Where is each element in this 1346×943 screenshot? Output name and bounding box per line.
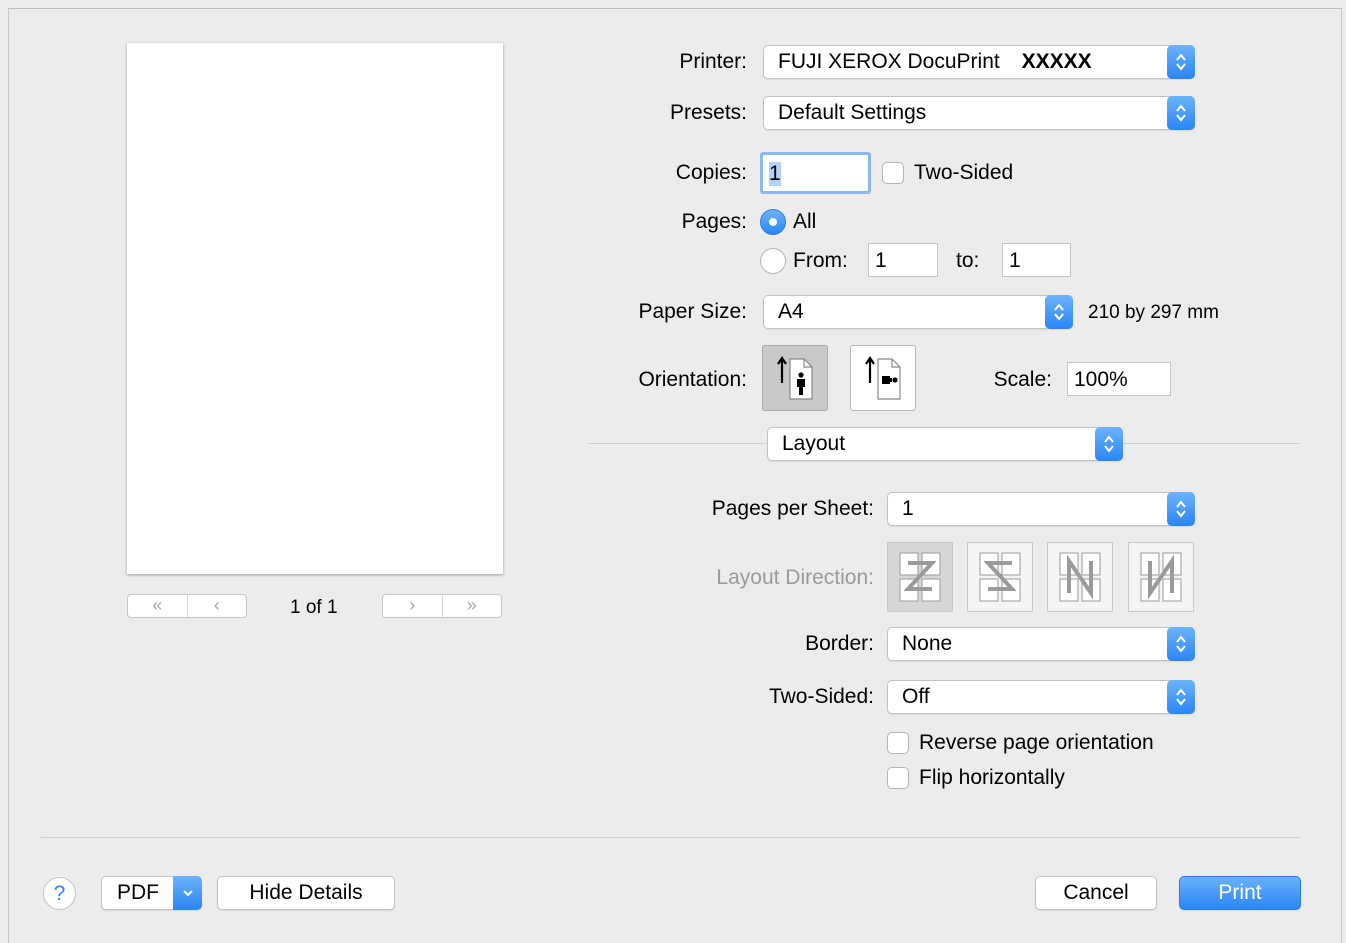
layout-two-sided-value: Off: [902, 685, 930, 708]
two-sided-checkbox[interactable]: [882, 162, 904, 184]
presets-label: Presets:: [669, 101, 747, 124]
section-value: Layout: [782, 432, 846, 455]
next-page-icon[interactable]: ›: [383, 595, 442, 617]
landscape-orientation-button[interactable]: [850, 345, 916, 411]
preview-nav-forward: › »: [382, 594, 502, 618]
two-sided-label: Two-Sided: [914, 161, 1014, 184]
print-button[interactable]: Print: [1179, 876, 1301, 910]
border-popup[interactable]: None: [887, 627, 1195, 661]
presets-value: Default Settings: [778, 101, 927, 124]
printer-label: Printer:: [679, 50, 747, 73]
scale-label: Scale:: [993, 368, 1052, 391]
hide-details-button[interactable]: Hide Details: [217, 876, 395, 910]
pages-per-sheet-popup[interactable]: 1: [887, 492, 1195, 526]
pages-all-radio[interactable]: [760, 209, 786, 235]
flip-horizontally-label: Flip horizontally: [919, 766, 1065, 789]
pdf-menu-button[interactable]: PDF: [101, 876, 202, 910]
scale-field[interactable]: 100%: [1067, 362, 1171, 396]
printer-popup[interactable]: FUJI XEROX DocuPrint XXXXX: [763, 45, 1195, 79]
landscape-icon: [865, 356, 901, 400]
border-label: Border:: [805, 632, 874, 655]
pages-to-label: to:: [956, 249, 980, 272]
previous-page-icon[interactable]: ‹: [186, 595, 247, 617]
border-value: None: [902, 632, 953, 655]
printer-model: XXXXX: [1021, 50, 1092, 73]
reverse-n-direction-icon: [1140, 552, 1182, 602]
presets-popup[interactable]: Default Settings: [763, 96, 1195, 130]
reverse-orientation-checkbox[interactable]: [887, 732, 909, 754]
footer-separator: [41, 837, 1301, 838]
pages-per-sheet-value: 1: [902, 497, 914, 520]
layout-direction-z-button[interactable]: [887, 542, 953, 612]
copies-label: Copies:: [675, 161, 747, 184]
portrait-orientation-button[interactable]: [762, 345, 828, 411]
question-icon: ?: [53, 882, 66, 905]
reverse-orientation-label: Reverse page orientation: [919, 731, 1154, 754]
chevron-updown-icon: [1095, 427, 1123, 461]
pages-from-radio[interactable]: [760, 248, 786, 274]
first-page-icon[interactable]: «: [128, 595, 187, 617]
paper-size-label: Paper Size:: [638, 300, 747, 323]
layout-two-sided-label: Two-Sided:: [768, 685, 874, 708]
last-page-icon[interactable]: »: [441, 595, 502, 617]
chevron-updown-icon: [1045, 295, 1073, 329]
paper-size-popup[interactable]: A4: [763, 295, 1073, 329]
chevron-down-icon: [173, 876, 202, 910]
pages-from-field[interactable]: 1: [868, 243, 938, 277]
pages-all-label: All: [793, 210, 817, 233]
page-indicator: 1 of 1: [290, 597, 338, 618]
layout-direction-n-button[interactable]: [1047, 542, 1113, 612]
z-direction-icon: [899, 552, 941, 602]
layout-two-sided-popup[interactable]: Off: [887, 680, 1195, 714]
layout-direction-reverse-n-button[interactable]: [1128, 542, 1194, 612]
chevron-updown-icon: [1167, 96, 1195, 130]
layout-direction-label: Layout Direction:: [716, 566, 874, 589]
chevron-updown-icon: [1167, 45, 1195, 79]
pages-to-field[interactable]: 1: [1002, 243, 1071, 277]
paper-dimensions: 210 by 297 mm: [1088, 302, 1219, 323]
reverse-z-direction-icon: [979, 552, 1021, 602]
preview-nav-back: « ‹: [127, 594, 247, 618]
chevron-updown-icon: [1167, 627, 1195, 661]
flip-horizontally-checkbox[interactable]: [887, 767, 909, 789]
pages-from-label: From:: [793, 249, 848, 272]
orientation-label: Orientation:: [638, 368, 747, 391]
page-preview: [127, 43, 503, 574]
pages-per-sheet-label: Pages per Sheet:: [711, 497, 874, 520]
printer-name: FUJI XEROX DocuPrint: [778, 50, 1000, 73]
cancel-button[interactable]: Cancel: [1035, 876, 1157, 910]
portrait-icon: [777, 356, 813, 400]
n-direction-icon: [1059, 552, 1101, 602]
chevron-updown-icon: [1167, 492, 1195, 526]
pdf-label: PDF: [117, 881, 159, 904]
chevron-updown-icon: [1167, 680, 1195, 714]
layout-direction-reverse-z-button[interactable]: [967, 542, 1033, 612]
paper-size-value: A4: [778, 300, 804, 323]
section-popup[interactable]: Layout: [767, 427, 1123, 461]
help-button[interactable]: ?: [43, 877, 76, 910]
copies-field[interactable]: 1: [760, 152, 871, 194]
pages-label: Pages:: [681, 210, 747, 233]
